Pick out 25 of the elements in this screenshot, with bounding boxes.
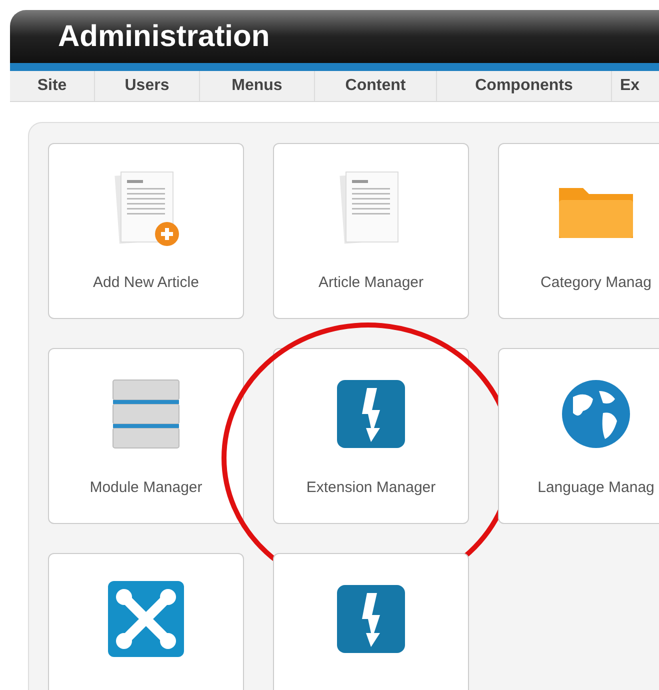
menu-tab[interactable]: Ex bbox=[612, 71, 659, 101]
tile-label: Category Manag bbox=[540, 273, 652, 293]
shortcut-tile[interactable]: Language Manag bbox=[498, 348, 659, 524]
shortcut-tile[interactable]: Extension Manager bbox=[273, 348, 469, 524]
menu-tab[interactable]: Users bbox=[95, 71, 200, 101]
page-title: Administration bbox=[58, 19, 270, 56]
tile-label: Module Manager bbox=[90, 478, 202, 498]
tile-label: Article Manager bbox=[318, 273, 424, 293]
lightning-icon bbox=[335, 378, 407, 450]
tile-label: Add New Article bbox=[93, 273, 199, 293]
menu-tab[interactable]: Components bbox=[437, 71, 612, 101]
tile-label: Extension Manager bbox=[306, 478, 436, 498]
joomla-logo-icon bbox=[106, 579, 186, 659]
shortcut-tile[interactable] bbox=[273, 553, 469, 690]
shortcut-tile[interactable]: Module Manager bbox=[48, 348, 244, 524]
shortcut-tile[interactable]: Article Manager bbox=[273, 143, 469, 319]
shortcut-tile[interactable] bbox=[48, 553, 244, 690]
globe-icon bbox=[559, 377, 633, 451]
menu-tab[interactable]: Content bbox=[315, 71, 437, 101]
menu-tab[interactable]: Site bbox=[10, 71, 95, 101]
shortcut-tile[interactable]: Add New Article bbox=[48, 143, 244, 319]
tile-label: Language Manag bbox=[538, 478, 654, 498]
shortcut-tile[interactable]: Category Manag bbox=[498, 143, 659, 319]
lightning-icon bbox=[335, 583, 407, 655]
menu-tab[interactable]: Menus bbox=[200, 71, 315, 101]
